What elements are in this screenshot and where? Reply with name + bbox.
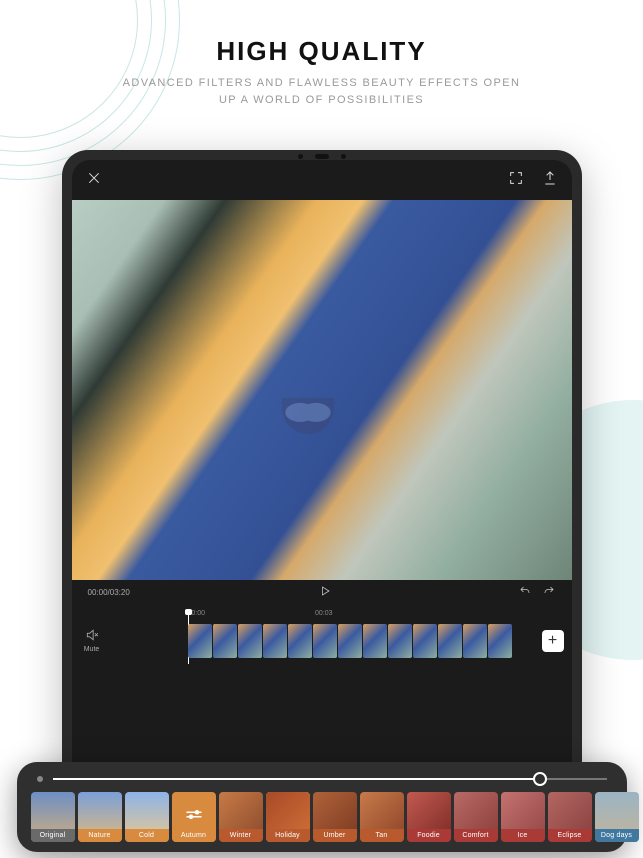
filter-label: Foodie bbox=[407, 829, 451, 842]
play-icon bbox=[319, 585, 331, 597]
timeline-clip[interactable] bbox=[463, 624, 487, 658]
slider-min-icon bbox=[37, 776, 43, 782]
clip-strip[interactable] bbox=[188, 624, 512, 658]
filter-holiday[interactable]: Holiday bbox=[266, 792, 310, 842]
undo-icon bbox=[519, 585, 531, 597]
fullscreen-button[interactable] bbox=[508, 170, 524, 191]
timeline-clip[interactable] bbox=[313, 624, 337, 658]
filter-label: Umber bbox=[313, 829, 357, 842]
add-clip-button[interactable]: + bbox=[542, 630, 564, 652]
intensity-slider[interactable] bbox=[53, 778, 607, 780]
close-button[interactable] bbox=[86, 170, 102, 191]
expand-icon bbox=[508, 170, 524, 186]
timeline-clip[interactable] bbox=[438, 624, 462, 658]
filter-umber[interactable]: Umber bbox=[313, 792, 357, 842]
page-subtitle: ADVANCED FILTERS AND FLAWLESS BEAUTY EFF… bbox=[0, 75, 643, 108]
video-preview[interactable] bbox=[72, 200, 572, 580]
tablet-device: 00:00/03:20 Mute 00:00 00:0 bbox=[62, 150, 582, 824]
filter-foodie[interactable]: Foodie bbox=[407, 792, 451, 842]
play-button[interactable] bbox=[319, 585, 331, 599]
filter-winter[interactable]: Winter bbox=[219, 792, 263, 842]
timeline-clip[interactable] bbox=[338, 624, 362, 658]
undo-button[interactable] bbox=[519, 585, 531, 599]
time-display: 00:00/03:20 bbox=[88, 588, 130, 597]
filter-label: Cold bbox=[125, 829, 169, 842]
redo-icon bbox=[543, 585, 555, 597]
upload-icon bbox=[542, 170, 558, 186]
redo-button[interactable] bbox=[543, 585, 555, 599]
slider-thumb[interactable] bbox=[533, 772, 547, 786]
playback-bar: 00:00/03:20 bbox=[72, 580, 572, 604]
filter-tan[interactable]: Tan bbox=[360, 792, 404, 842]
marketing-header: HIGH QUALITY ADVANCED FILTERS AND FLAWLE… bbox=[0, 0, 643, 108]
filter-label: Comfort bbox=[454, 829, 498, 842]
filter-label: Ice bbox=[501, 829, 545, 842]
filter-list: OriginalNatureColdAutumnWinterHolidayUmb… bbox=[31, 792, 613, 842]
page-title: HIGH QUALITY bbox=[0, 36, 643, 67]
timeline-clip[interactable] bbox=[213, 624, 237, 658]
export-button[interactable] bbox=[542, 170, 558, 191]
timeline-clip[interactable] bbox=[263, 624, 287, 658]
filter-label: Tan bbox=[360, 829, 404, 842]
timeline-clip[interactable] bbox=[238, 624, 262, 658]
app-screen: 00:00/03:20 Mute 00:00 00:0 bbox=[72, 160, 572, 814]
top-bar bbox=[72, 160, 572, 200]
filter-autumn[interactable]: Autumn bbox=[172, 792, 216, 842]
filter-cold[interactable]: Cold bbox=[125, 792, 169, 842]
timeline-clip[interactable] bbox=[413, 624, 437, 658]
mute-icon bbox=[85, 628, 99, 642]
filter-nature[interactable]: Nature bbox=[78, 792, 122, 842]
timeline-clip[interactable] bbox=[188, 624, 212, 658]
timeline-clip[interactable] bbox=[288, 624, 312, 658]
intensity-slider-row bbox=[31, 776, 613, 792]
filter-label: Eclipse bbox=[548, 829, 592, 842]
timeline-clip[interactable] bbox=[388, 624, 412, 658]
filter-label: Winter bbox=[219, 829, 263, 842]
filter-label: Holiday bbox=[266, 829, 310, 842]
filter-label: Nature bbox=[78, 829, 122, 842]
timeline-clip[interactable] bbox=[488, 624, 512, 658]
filter-label: Original bbox=[31, 829, 75, 842]
preview-image bbox=[72, 200, 572, 580]
filter-dog-days[interactable]: Dog days bbox=[595, 792, 639, 842]
mute-label: Mute bbox=[84, 646, 100, 653]
filter-original[interactable]: Original bbox=[31, 792, 75, 842]
timeline-clip[interactable] bbox=[363, 624, 387, 658]
filter-tray: OriginalNatureColdAutumnWinterHolidayUmb… bbox=[17, 762, 627, 852]
device-camera bbox=[292, 154, 352, 159]
filter-label: Autumn bbox=[172, 829, 216, 842]
filter-comfort[interactable]: Comfort bbox=[454, 792, 498, 842]
filter-ice[interactable]: Ice bbox=[501, 792, 545, 842]
filter-eclipse[interactable]: Eclipse bbox=[548, 792, 592, 842]
adjust-icon bbox=[185, 806, 203, 816]
filter-label: Dog days bbox=[595, 829, 639, 842]
close-icon bbox=[86, 170, 102, 186]
